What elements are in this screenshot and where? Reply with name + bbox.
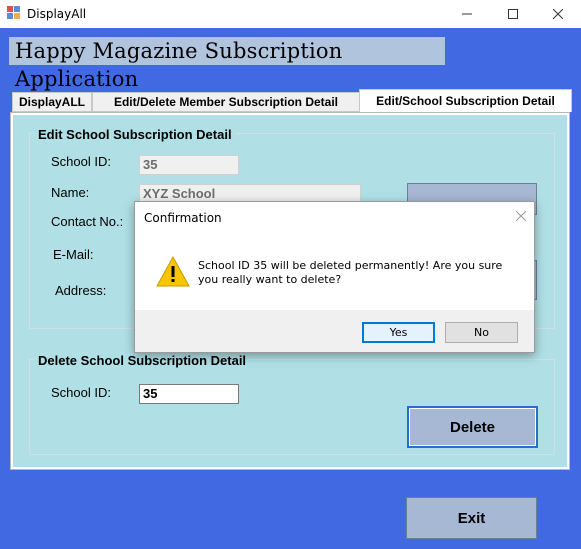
dialog-footer: Yes No — [135, 310, 534, 352]
tab-display-all[interactable]: DisplayALL — [12, 92, 92, 112]
name-label: Name: — [51, 185, 90, 200]
dialog-title: Confirmation — [144, 211, 222, 225]
yes-button[interactable]: Yes — [362, 322, 435, 343]
dialog-message: School ID 35 will be deleted permanently… — [198, 259, 503, 286]
exit-button[interactable]: Exit — [406, 497, 537, 539]
edit-group-title: Edit School Subscription Detail — [35, 127, 235, 142]
minimize-button[interactable] — [444, 0, 490, 28]
warning-icon — [156, 256, 190, 287]
tab-edit-delete-member[interactable]: Edit/Delete Member Subscription Detail — [92, 92, 360, 112]
dialog-close-button[interactable] — [511, 207, 531, 227]
no-button[interactable]: No — [445, 322, 518, 343]
close-icon — [515, 210, 527, 222]
contact-label: Contact No.: — [51, 214, 124, 229]
edit-school-id-field[interactable]: 35 — [139, 155, 239, 175]
app-icon — [7, 6, 21, 20]
confirmation-dialog: Confirmation School ID 35 will be delete… — [134, 201, 535, 353]
delete-group-title: Delete School Subscription Detail — [35, 353, 250, 368]
delete-school-id-field[interactable]: 35 — [139, 384, 239, 404]
delete-button[interactable]: Delete — [407, 406, 538, 448]
app-heading: Happy Magazine Subscription Application — [9, 37, 445, 91]
close-icon — [553, 9, 563, 19]
window-title: DisplayAll — [27, 7, 87, 21]
maximize-icon — [508, 9, 518, 19]
window-titlebar: DisplayAll — [0, 0, 581, 28]
tab-edit-school[interactable]: Edit/School Subscription Detail — [359, 89, 572, 112]
email-label: E-Mail: — [53, 247, 94, 262]
minimize-icon — [462, 13, 472, 15]
close-button[interactable] — [535, 0, 581, 28]
address-label: Address: — [55, 283, 107, 298]
delete-school-id-label: School ID: — [51, 385, 111, 400]
maximize-button[interactable] — [490, 0, 536, 28]
school-id-label: School ID: — [51, 154, 111, 169]
